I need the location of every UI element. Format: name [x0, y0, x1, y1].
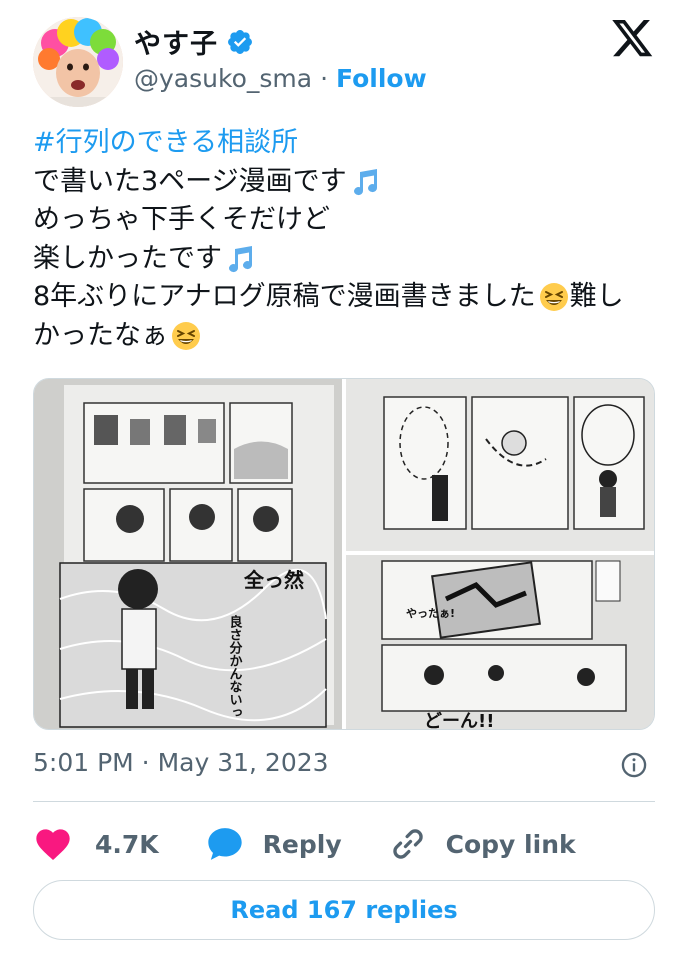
manga-caption-doon: どーん!!	[424, 711, 494, 730]
manga-caption-small: 良さ分かんないっ	[227, 614, 243, 719]
tweet-line: 楽しかったです	[33, 240, 663, 279]
follow-button[interactable]: Follow	[336, 64, 427, 93]
read-replies-label: Read 167 replies	[230, 896, 458, 924]
separator-dot: ·	[320, 64, 329, 93]
laughing-emoji-icon	[539, 283, 568, 312]
tweet-line: 8年ぶりにアナログ原稿で漫画書きました 難し	[33, 278, 663, 317]
author-handle-row: @yasuko_sma · Follow	[134, 64, 427, 93]
link-icon	[392, 829, 423, 859]
author-handle[interactable]: @yasuko_sma	[134, 64, 312, 93]
read-replies-button[interactable]: Read 167 replies	[33, 880, 655, 940]
like-button[interactable]: 4.7K	[33, 824, 159, 864]
manga-caption-yatta: やったぁ!	[406, 607, 455, 620]
hashtag-link[interactable]: #行列のできる相談所	[33, 124, 298, 163]
divider	[33, 801, 655, 802]
copy-link-label: Copy link	[445, 829, 576, 859]
copy-link-button[interactable]: Copy link	[388, 824, 576, 864]
tweet-line-text: 8年ぶりにアナログ原稿で漫画書きました	[33, 281, 536, 312]
manga-page-3-image[interactable]: やったぁ! どーん!!	[346, 555, 654, 730]
tweet-line: で書いた3ページ漫画です	[33, 163, 663, 202]
reply-bubble-icon	[208, 828, 242, 860]
tweet-line-text: かったなぁ	[33, 319, 168, 351]
verified-badge-icon	[228, 29, 252, 54]
tweet-line: かったなぁ	[33, 317, 663, 356]
tweet-line-text: 楽しかったです	[33, 242, 222, 274]
reply-button[interactable]: Reply	[205, 824, 342, 864]
music-note-icon	[353, 168, 377, 195]
reply-label: Reply	[262, 829, 342, 859]
tweet-line-text: で書いた3ページ漫画です	[33, 165, 347, 197]
laughing-emoji-icon	[172, 321, 200, 350]
music-note-icon	[229, 245, 253, 272]
manga-page-1-image[interactable]: 全っ然 良さ分かんないっ	[34, 379, 342, 729]
tweet-text: #行列のできる相談所 で書いた3ページ漫画です めっちゃ下手くそだけど 楽しかっ…	[33, 124, 663, 355]
author-name[interactable]: やす子	[134, 22, 218, 61]
tweet-line-text: めっちゃ下手くそだけど	[33, 204, 330, 235]
media-grid: 全っ然 良さ分かんないっ やったぁ! どーん!!	[33, 378, 655, 730]
tweet-timestamp[interactable]: 5:01 PM · May 31, 2023	[33, 748, 329, 777]
manga-page-2-image[interactable]	[346, 379, 654, 551]
author-name-row: やす子	[134, 22, 254, 61]
action-bar: 4.7K Reply Copy link	[33, 820, 622, 868]
x-logo-icon[interactable]	[612, 20, 654, 58]
tweet-line: #行列のできる相談所	[33, 124, 663, 163]
tweet-line-text: 難し	[569, 281, 624, 312]
like-count: 4.7K	[95, 829, 159, 859]
author-avatar[interactable]	[33, 17, 123, 107]
tweet-embed-card: やす子 @yasuko_sma · Follow #行列のできる相談所 で書いた…	[0, 0, 684, 970]
heart-icon	[36, 829, 70, 860]
manga-caption-large: 全っ然	[243, 568, 304, 592]
info-icon[interactable]	[620, 751, 648, 779]
tweet-line: めっちゃ下手くそだけど	[33, 201, 663, 240]
